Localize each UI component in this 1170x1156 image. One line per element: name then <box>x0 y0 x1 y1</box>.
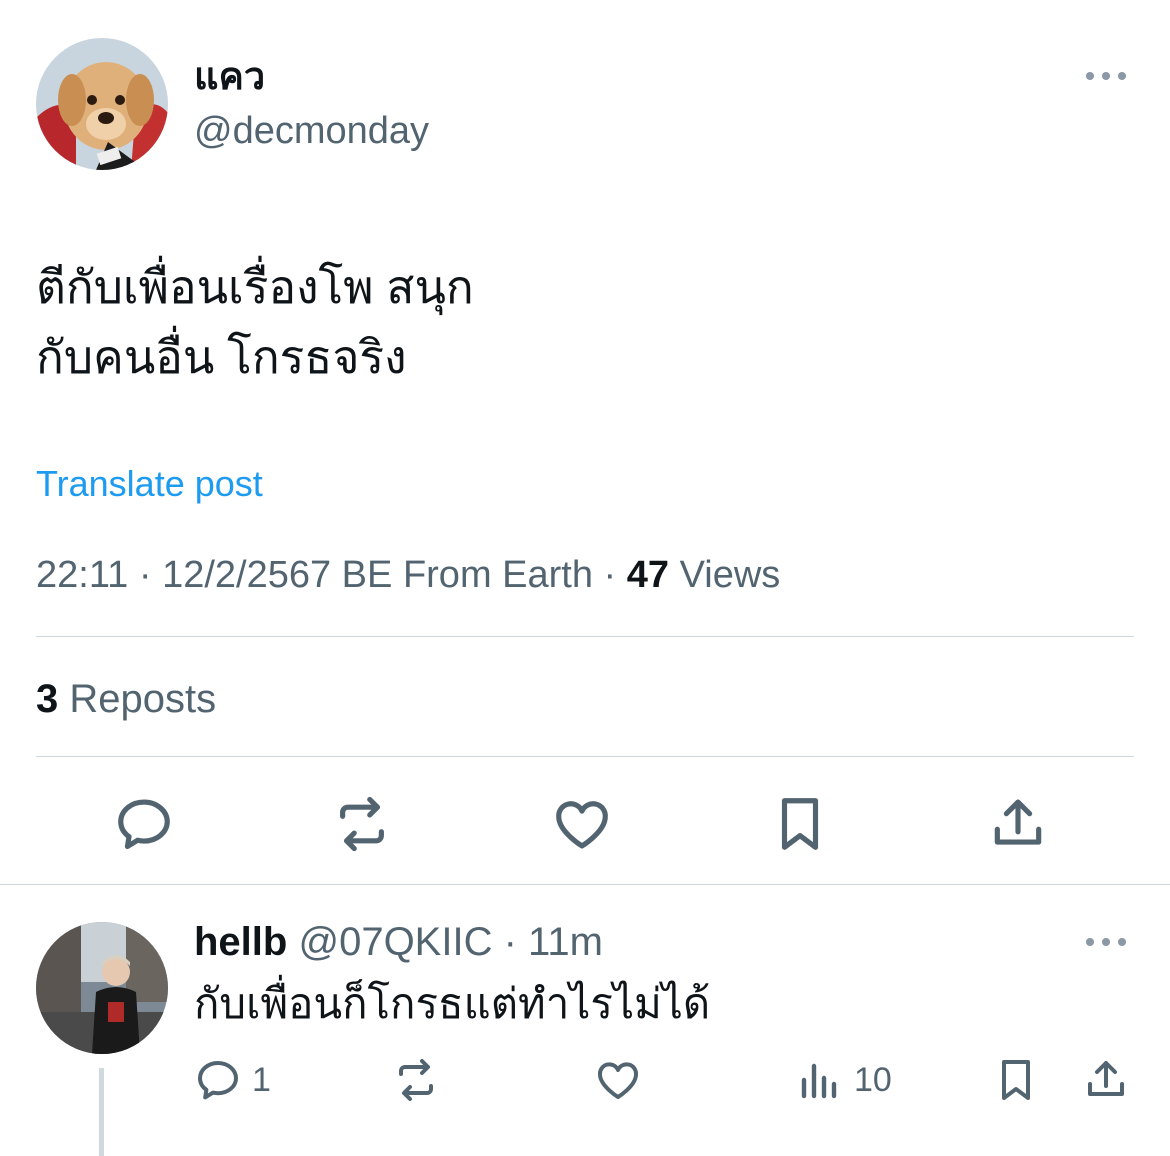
divider <box>36 756 1134 757</box>
like-button[interactable] <box>550 792 614 856</box>
reposts-count: 3 <box>36 677 59 721</box>
reply-more-options-icon[interactable] <box>1084 932 1128 952</box>
meta-separator: · <box>503 920 529 964</box>
reply-author-avatar[interactable] <box>36 922 168 1054</box>
dog-avatar-image <box>36 38 168 170</box>
reply-share-button[interactable] <box>1082 1056 1130 1104</box>
reply-button[interactable] <box>112 792 176 856</box>
reply-count: 1 <box>252 1060 271 1099</box>
more-options-icon[interactable] <box>1084 66 1128 86</box>
reply-icon <box>118 799 170 850</box>
reply-views-count: 10 <box>854 1060 892 1099</box>
post-meta: 22:11 · 12/2/2567 BE From Earth · 47 Vie… <box>36 552 780 598</box>
reply-text: กับเพื่อนก็โกรธแต่ทำไรไม่ได้ <box>194 980 711 1027</box>
repost-icon <box>340 796 384 852</box>
reposts-label: Reposts <box>69 677 217 721</box>
repost-icon <box>399 1059 433 1101</box>
views-count: 47 <box>626 554 670 596</box>
post-text: ตีกับเพื่อนเรื่องโพ สนุก กับคนอื่น โกรธจ… <box>36 261 474 383</box>
reposts-stat[interactable]: 3 Reposts <box>36 676 216 722</box>
reply-icon <box>198 1061 238 1100</box>
like-icon <box>598 1062 638 1099</box>
reply-time[interactable]: 11m <box>528 920 603 964</box>
reply-bookmark-button[interactable] <box>992 1056 1040 1104</box>
bookmark-icon <box>781 798 819 850</box>
author-handle[interactable]: @decmonday <box>194 108 429 154</box>
meta-separator: · <box>138 554 163 596</box>
street-photo-avatar-image <box>36 922 168 1054</box>
bookmark-button[interactable] <box>768 792 832 856</box>
translate-post-link[interactable]: Translate post <box>36 462 263 506</box>
reply-repost-button[interactable] <box>392 1056 440 1104</box>
reply-reply-button[interactable]: 1 <box>194 1056 271 1104</box>
thread-line <box>99 1068 104 1156</box>
share-icon <box>994 799 1042 845</box>
reply-handle[interactable]: @07QKIIC <box>298 920 492 964</box>
repost-button[interactable] <box>330 792 394 856</box>
post-date[interactable]: 12/2/2567 BE <box>162 554 392 596</box>
reply-display-name[interactable]: hellb <box>194 920 287 964</box>
meta-separator: · <box>603 554 627 596</box>
reply-like-button[interactable] <box>594 1056 642 1104</box>
like-icon <box>556 801 608 849</box>
divider <box>36 636 1134 637</box>
post-source: From Earth <box>402 554 593 596</box>
section-divider <box>0 884 1170 885</box>
bookmark-icon <box>1002 1060 1030 1100</box>
reply-header: hellb @07QKIIC · 11m <box>194 918 603 966</box>
reply-views-button[interactable]: 10 <box>796 1056 892 1104</box>
share-button[interactable] <box>986 792 1050 856</box>
post-time[interactable]: 22:11 <box>36 554 128 596</box>
author-avatar[interactable] <box>36 38 168 170</box>
share-icon <box>1088 1061 1124 1096</box>
views-chart-icon <box>801 1063 837 1099</box>
author-display-name[interactable]: แคว <box>194 54 265 100</box>
views-label: Views <box>679 554 781 596</box>
